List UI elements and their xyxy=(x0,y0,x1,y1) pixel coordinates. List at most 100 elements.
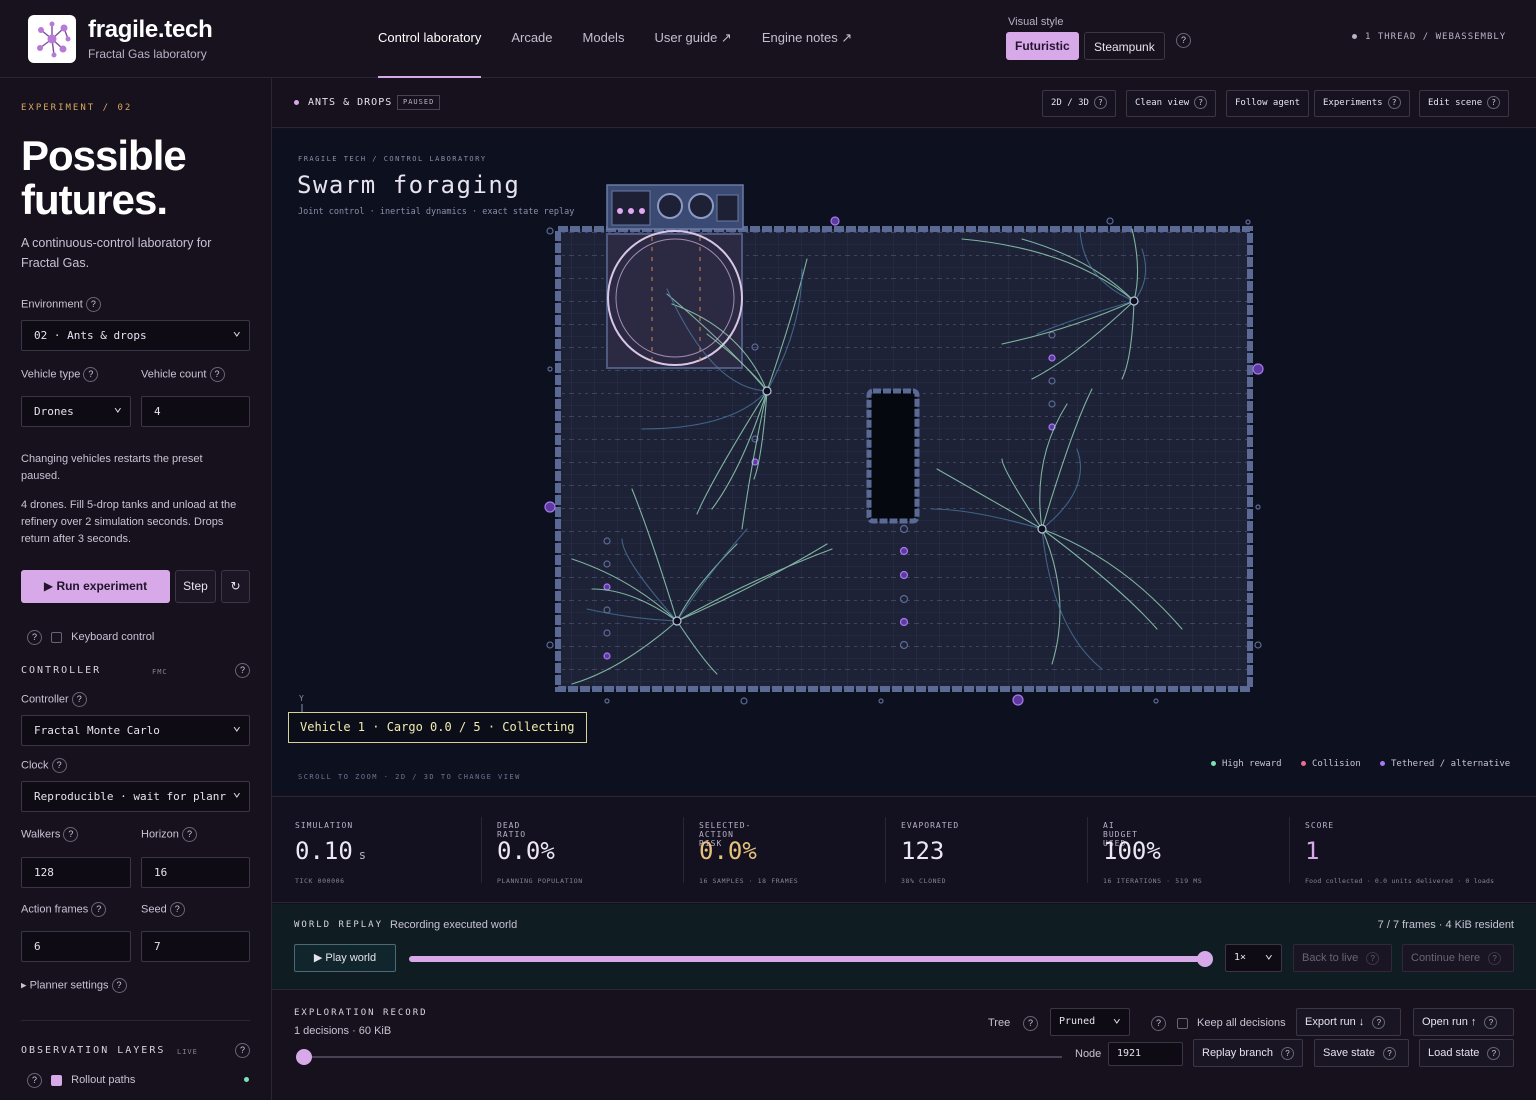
reset-button[interactable]: ↻ xyxy=(221,570,250,603)
node-slider-track[interactable] xyxy=(296,1049,1062,1065)
rollout-paths-label: Rollout paths xyxy=(71,1074,136,1087)
load-state-button[interactable]: Load state? xyxy=(1419,1039,1514,1067)
continue-here-button[interactable]: Continue here? xyxy=(1402,944,1514,972)
export-run-button[interactable]: Export run ↓? xyxy=(1296,1008,1401,1036)
style-futuristic-button[interactable]: Futuristic xyxy=(1006,32,1079,60)
load-state-help-icon[interactable]: ? xyxy=(1487,1046,1501,1060)
seed-input[interactable]: 7 xyxy=(141,931,250,962)
nav-models[interactable]: Models xyxy=(583,0,625,78)
action-frames-help-icon[interactable]: ? xyxy=(91,902,107,917)
environment-help-icon[interactable]: ? xyxy=(85,297,101,312)
keyboard-help-icon[interactable]: ? xyxy=(27,630,42,645)
tree-help-icon[interactable]: ? xyxy=(1023,1016,1038,1031)
replay-speed-select[interactable]: 1× xyxy=(1225,941,1282,972)
node-label: Node xyxy=(1075,1048,1102,1060)
walkers-help-icon[interactable]: ? xyxy=(63,827,79,842)
back-to-live-button[interactable]: Back to live? xyxy=(1293,944,1392,972)
rollout-paths-checkbox[interactable] xyxy=(51,1075,63,1086)
collision-dot-icon xyxy=(1301,761,1306,766)
walkers-input[interactable]: 128 xyxy=(21,857,131,888)
clean-view-button[interactable]: Clean view? xyxy=(1126,90,1217,117)
keyboard-control-label: Keyboard control xyxy=(71,631,155,644)
keyboard-control-checkbox[interactable] xyxy=(51,632,63,643)
top-bar: fragile.tech Fractal Gas laboratory Cont… xyxy=(0,0,1536,78)
planner-settings-help-icon[interactable]: ? xyxy=(111,978,127,993)
toggle-2d-3d-label: 2D / 3D xyxy=(1051,98,1089,108)
controller-section-title: CONTROLLER xyxy=(21,665,102,676)
open-run-button[interactable]: Open run ↑? xyxy=(1413,1008,1514,1036)
clock-help-icon[interactable]: ? xyxy=(51,758,67,773)
step-button[interactable]: Step xyxy=(175,570,216,603)
controller-help-icon[interactable]: ? xyxy=(71,692,87,707)
node-input[interactable]: 1921 xyxy=(1108,1042,1183,1066)
brand-subtitle: Fractal Gas laboratory xyxy=(88,47,207,61)
toggle-2d-3d-button[interactable]: 2D / 3D? xyxy=(1042,90,1116,117)
clock-select[interactable]: Reproducible · wait for planr xyxy=(21,781,250,812)
legend-collision-text: Collision xyxy=(1312,759,1361,769)
nav-arcade[interactable]: Arcade xyxy=(511,0,552,78)
toggle-2d-3d-help-icon[interactable]: ? xyxy=(1093,96,1107,109)
vehicle-count-input[interactable]: 4 xyxy=(141,396,250,427)
scene-status-dot-icon xyxy=(294,100,299,105)
stat-unit: s xyxy=(358,848,367,862)
edit-scene-help-icon[interactable]: ? xyxy=(1487,96,1501,109)
style-steampunk-button[interactable]: Steampunk xyxy=(1084,32,1165,60)
visual-style-help-icon[interactable]: ? xyxy=(1176,33,1191,48)
follow-agent-button[interactable]: Follow agent xyxy=(1226,90,1310,117)
tree-value: Pruned xyxy=(1059,1016,1096,1027)
controller-select[interactable]: Fractal Monte Carlo xyxy=(21,712,250,746)
replay-progress-fill xyxy=(409,956,1205,962)
replay-slider-handle[interactable] xyxy=(1197,951,1213,967)
edit-scene-button[interactable]: Edit scene? xyxy=(1419,90,1510,117)
save-state-button[interactable]: Save state? xyxy=(1314,1039,1409,1067)
brand-name: fragile.tech xyxy=(88,16,213,43)
keep-decisions-help-icon[interactable]: ? xyxy=(1151,1016,1166,1031)
legend-tethered-text: Tethered / alternative xyxy=(1391,759,1511,769)
replay-branch-button[interactable]: Replay branch? xyxy=(1193,1039,1303,1067)
continue-here-label: Continue here xyxy=(1411,952,1481,964)
run-experiment-button[interactable]: ▶ Run experiment xyxy=(21,570,170,603)
legend-high-reward-text: High reward xyxy=(1222,759,1282,769)
controller-section-help-icon[interactable]: ? xyxy=(235,663,250,678)
horizon-help-icon[interactable]: ? xyxy=(181,827,197,842)
vehicle-count-help-icon[interactable]: ? xyxy=(209,367,225,382)
simulation-canvas[interactable]: FRAGILE TECH / CONTROL LABORATORY Swarm … xyxy=(272,129,1536,794)
play-world-button[interactable]: ▶ Play world xyxy=(294,944,396,972)
clean-view-help-icon[interactable]: ? xyxy=(1194,96,1208,109)
planner-settings-toggle[interactable]: ▸ Planner settings ? xyxy=(21,978,127,993)
horizon-input[interactable]: 16 xyxy=(141,857,250,888)
exploration-record-panel: EXPLORATION RECORD 1 decisions · 60 KiB … xyxy=(272,990,1536,1100)
nav-control-laboratory[interactable]: Control laboratory xyxy=(378,0,482,78)
experiments-button[interactable]: Experiments? xyxy=(1314,90,1410,117)
stat-value: 1 xyxy=(1305,837,1320,865)
node-slider-handle[interactable] xyxy=(296,1049,312,1065)
replay-branch-help-icon[interactable]: ? xyxy=(1280,1046,1294,1060)
save-state-help-icon[interactable]: ? xyxy=(1382,1046,1396,1060)
vehicle-type-help-icon[interactable]: ? xyxy=(83,367,99,382)
logo[interactable] xyxy=(28,15,76,63)
observation-help-icon[interactable]: ? xyxy=(235,1043,250,1058)
axis-y-label: Y xyxy=(299,694,304,703)
stat-sub: 16 SAMPLES · 18 FRAMES xyxy=(699,877,799,885)
world-scene[interactable] xyxy=(272,129,1536,794)
open-run-help-icon[interactable]: ? xyxy=(1484,1015,1498,1029)
action-frames-input[interactable]: 6 xyxy=(21,931,131,962)
refinery xyxy=(606,184,744,369)
nav-engine-notes[interactable]: Engine notes ↗ xyxy=(762,0,852,78)
controller-tag: FMC xyxy=(152,668,168,676)
export-run-help-icon[interactable]: ? xyxy=(1372,1015,1386,1029)
replay-track[interactable] xyxy=(409,951,1213,967)
rollout-help-icon[interactable]: ? xyxy=(27,1073,42,1088)
tree-select[interactable]: Pruned xyxy=(1050,1005,1130,1036)
vehicle-type-select[interactable]: Drones xyxy=(21,393,131,427)
environment-select[interactable]: 02 · Ants & drops xyxy=(21,317,250,351)
experiments-help-icon[interactable]: ? xyxy=(1387,96,1401,109)
keep-decisions-checkbox[interactable] xyxy=(1177,1018,1188,1029)
stat-value-number: 0.10 xyxy=(295,837,353,865)
stat-value: 0.0% xyxy=(699,837,757,865)
nav-user-guide[interactable]: User guide ↗ xyxy=(654,0,731,78)
back-to-live-help-icon[interactable]: ? xyxy=(1366,951,1380,965)
seed-help-icon[interactable]: ? xyxy=(169,902,185,917)
stats-bar: SIMULATION 0.10 s TICK 000006 DEAD RATIO … xyxy=(272,796,1536,903)
continue-here-help-icon[interactable]: ? xyxy=(1488,951,1502,965)
